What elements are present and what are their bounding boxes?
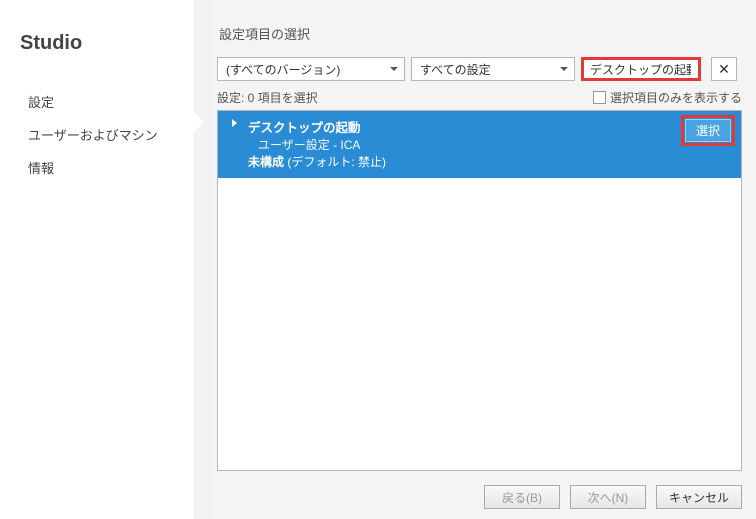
next-button[interactable]: 次へ(N)	[570, 485, 646, 509]
version-dropdown-label: (すべてのバージョン)	[226, 61, 340, 78]
filter-row: (すべてのバージョン) すべての設定 ✕	[217, 57, 742, 81]
row-title: デスクトップの起動	[248, 117, 733, 136]
app-title: Studio	[0, 24, 193, 85]
selection-count-label: 設定: 0 項目を選択	[217, 89, 318, 106]
chevron-down-icon	[560, 67, 568, 71]
version-dropdown[interactable]: (すべてのバージョン)	[217, 57, 405, 81]
footer-buttons: 戻る(B) 次へ(N) キャンセル	[217, 471, 742, 509]
settings-list-row[interactable]: デスクトップの起動 ユーザー設定 - ICA 未構成 (デフォルト: 禁止) 選…	[218, 111, 741, 178]
close-icon: ✕	[718, 61, 730, 78]
sidebar: Studio 設定 ユーザーおよびマシン 情報	[0, 0, 193, 519]
chevron-down-icon	[390, 67, 398, 71]
status-row: 設定: 0 項目を選択 選択項目のみを表示する	[217, 89, 742, 106]
cancel-button[interactable]: キャンセル	[656, 485, 742, 509]
settings-list: デスクトップの起動 ユーザー設定 - ICA 未構成 (デフォルト: 禁止) 選…	[217, 110, 742, 471]
sidebar-item-settings[interactable]: 設定	[0, 85, 193, 118]
show-only-selected-toggle[interactable]: 選択項目のみを表示する	[593, 89, 742, 106]
settings-dropdown-label: すべての設定	[420, 61, 491, 78]
search-input[interactable]	[584, 60, 698, 78]
select-button-highlight: 選択	[681, 115, 735, 146]
page-title: 設定項目の選択	[217, 24, 742, 43]
search-box-highlight	[581, 57, 701, 81]
settings-dropdown[interactable]: すべての設定	[411, 57, 575, 81]
row-subtitle: ユーザー設定 - ICA	[248, 136, 733, 153]
row-state: 未構成 (デフォルト: 禁止)	[248, 153, 733, 170]
row-state-strong: 未構成	[248, 155, 284, 169]
sidebar-item-users-machines[interactable]: ユーザーおよびマシン	[0, 118, 193, 151]
row-state-rest: (デフォルト: 禁止)	[284, 155, 386, 169]
sidebar-item-info[interactable]: 情報	[0, 151, 193, 184]
sidebar-arrow-icon	[193, 0, 215, 519]
clear-search-button[interactable]: ✕	[711, 57, 737, 81]
checkbox-icon[interactable]	[593, 91, 606, 104]
main-panel: 設定項目の選択 (すべてのバージョン) すべての設定 ✕ 設定: 0 項目を選択…	[215, 0, 756, 519]
select-button[interactable]: 選択	[685, 119, 731, 142]
back-button[interactable]: 戻る(B)	[484, 485, 560, 509]
caret-right-icon	[232, 119, 237, 127]
show-only-selected-label: 選択項目のみを表示する	[610, 89, 742, 106]
